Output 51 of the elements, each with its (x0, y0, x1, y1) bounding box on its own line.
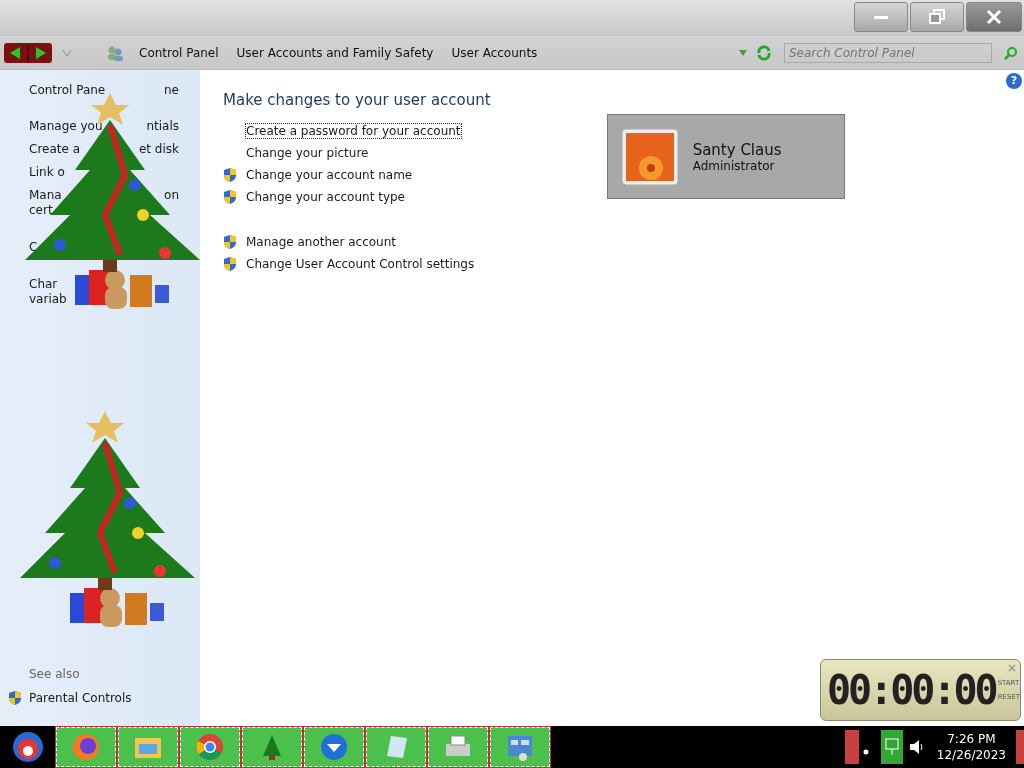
taskbar-button[interactable] (56, 727, 116, 767)
close-icon (984, 9, 1004, 25)
sidebar-link[interactable]: Mana (29, 188, 62, 203)
breadcrumb-link[interactable]: Control Panel (136, 45, 222, 60)
minimize-button[interactable] (854, 2, 908, 32)
sidebar-link[interactable]: cert (29, 203, 53, 218)
restore-icon (927, 9, 947, 25)
task-link[interactable]: Change User Account Control settings (245, 256, 476, 272)
taskbar-button[interactable] (490, 727, 550, 767)
account-role: Administrator (692, 158, 776, 173)
taskbar-button[interactable] (242, 727, 302, 767)
show-desktop-button[interactable] (1014, 730, 1024, 764)
help-button[interactable]: ? (1006, 73, 1022, 89)
taskbar-button[interactable] (180, 727, 240, 767)
sidebar-link[interactable]: Link o (29, 165, 65, 180)
flower-picture-icon (620, 127, 679, 186)
breadcrumb-link[interactable]: User Accounts and Family Safety (233, 45, 437, 60)
search-icon[interactable] (1004, 45, 1018, 60)
dropdown-icon[interactable] (62, 48, 72, 57)
task-link[interactable]: Change your account name (245, 167, 414, 183)
restore-button[interactable] (910, 2, 964, 32)
parental-controls-link[interactable]: Parental Controls (29, 691, 132, 705)
sidebar-link[interactable]: variab (29, 292, 67, 307)
stopwatch-time: 00:00:00 (827, 667, 996, 713)
task-link[interactable]: Create a password for your account (245, 123, 462, 139)
volume-icon[interactable] (908, 739, 925, 755)
account-name: Santy Claus (692, 140, 782, 159)
users-icon (106, 44, 124, 61)
task-link[interactable]: Change your picture (245, 145, 370, 161)
sidebar-link[interactable]: Create a (29, 142, 81, 157)
sidebar-link[interactable]: Manage you (29, 119, 103, 134)
see-also-heading: See also (28, 667, 81, 681)
sidebar-link[interactable]: Control Pane (29, 83, 106, 98)
close-button[interactable] (966, 2, 1022, 32)
sidebar-link[interactable]: Char (29, 277, 58, 292)
sidebar-link[interactable]: ne (164, 83, 179, 98)
breadcrumb-link[interactable]: User Accounts (448, 45, 541, 60)
page-heading: Make changes to your user account (223, 91, 491, 109)
task-link[interactable]: Manage another account (245, 234, 398, 250)
task-link[interactable]: Change your account type (245, 189, 406, 205)
sidebar-link[interactable]: et disk (138, 142, 179, 157)
network-icon[interactable] (880, 730, 903, 764)
sidebar-link[interactable]: on (164, 188, 179, 203)
sidebar-link[interactable]: ntials (146, 119, 179, 134)
search-field[interactable]: Search Control Panel (784, 42, 992, 63)
dropdown-icon[interactable] (738, 48, 748, 57)
refresh-icon[interactable] (756, 44, 772, 61)
taskbar-button[interactable] (304, 727, 364, 767)
back-forward-buttons[interactable] (4, 42, 52, 63)
taskbar-clock[interactable]: 7:26 PM 12/26/2023 (936, 731, 1006, 763)
close-icon[interactable] (1008, 664, 1016, 672)
